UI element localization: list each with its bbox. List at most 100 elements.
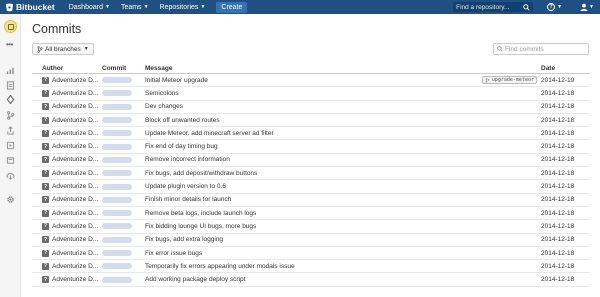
commit-hash-link[interactable] [102,263,132,270]
author-avatar[interactable]: ? [42,156,49,164]
author-avatar[interactable]: ? [42,222,49,230]
author-cell: ? Adventurize D... [32,103,102,111]
commit-hash-link[interactable] [102,90,132,97]
author-avatar[interactable]: ? [42,169,49,177]
top-navigation-bar: Bitbucket Dashboard ▼ Teams ▼ Repositories… [0,0,600,14]
column-header-author[interactable]: Author [32,65,102,72]
stats-icon[interactable] [5,65,15,75]
table-row[interactable]: ? Adventurize D... Dev changes 2014-12-18 [32,101,590,114]
table-row[interactable]: ? Adventurize D... Add working package dep… [32,273,590,287]
table-row[interactable]: ? Adventurize D... Update Meteor, add mine… [32,127,590,141]
author-avatar[interactable]: ? [42,236,49,244]
commit-hash-link[interactable] [102,117,132,124]
repository-avatar[interactable] [4,20,17,33]
author-avatar[interactable]: ? [42,196,49,204]
author-avatar[interactable]: ? [42,129,49,137]
overview-icon[interactable] [5,80,15,90]
commit-hash-link[interactable] [102,103,132,110]
pull-requests-icon[interactable] [5,125,15,135]
commit-hash-link[interactable] [102,210,132,217]
user-menu[interactable]: ▼ [580,3,594,11]
more-actions-icon[interactable]: ••• [6,40,13,49]
commit-hash-link[interactable] [102,77,132,84]
nav-teams[interactable]: Teams ▼ [121,4,149,11]
author-name[interactable]: Adventurize D... [52,236,98,243]
table-row[interactable]: ? Adventurize D... Remove beta logs, inclu… [32,207,590,221]
table-row[interactable]: ? Adventurize D... Update plugin version t… [32,180,590,194]
author-name[interactable]: Adventurize D... [52,263,98,270]
bitbucket-logo[interactable]: Bitbucket [5,2,55,12]
column-header-commit[interactable]: Commit [102,65,145,72]
author-avatar[interactable]: ? [42,262,49,270]
commit-hash-link[interactable] [102,183,132,190]
deploy-icon[interactable] [5,170,15,180]
author-avatar[interactable]: ? [42,76,49,84]
branches-icon[interactable] [5,110,15,120]
author-name[interactable]: Adventurize D... [52,276,98,283]
author-avatar[interactable]: ? [42,89,49,97]
repository-search-input[interactable]: Find a repository... [453,2,534,12]
nav-dashboard[interactable]: Dashboard ▼ [69,4,110,11]
column-header-message[interactable]: Message [145,65,541,72]
author-avatar[interactable]: ? [42,116,49,124]
table-row[interactable]: ? Adventurize D... Fix end of day timing b… [32,140,590,154]
create-button[interactable]: Create [216,1,248,13]
author-avatar[interactable]: ? [42,249,49,257]
author-avatar[interactable]: ? [42,209,49,217]
table-row[interactable]: ? Adventurize D... Initial Meteor upgrade u… [32,74,590,88]
commit-hash-link[interactable] [102,196,132,203]
commit-hash-link[interactable] [102,130,132,137]
table-row[interactable]: ? Adventurize D... Fix bidding lounge UI b… [32,220,590,234]
table-row[interactable]: ? Adventurize D... Fix bugs, add deposit/w… [32,167,590,181]
author-avatar[interactable]: ? [42,143,49,151]
author-name[interactable]: Adventurize D... [52,183,98,190]
commit-date: 2014-12-18 [541,169,575,177]
author-avatar[interactable]: ? [42,276,49,284]
commit-hash-link[interactable] [102,250,132,256]
author-name[interactable]: Adventurize D... [52,210,98,217]
author-name[interactable]: Adventurize D... [52,130,98,137]
pipelines-icon[interactable] [5,155,15,165]
nav-repositories[interactable]: Repositories ▼ [160,4,206,11]
branch-tag[interactable]: upgrade-meteor [481,76,537,85]
author-name[interactable]: Adventurize D... [52,156,98,163]
user-avatar-icon [580,3,588,11]
commit-date: 2014-12-18 [541,156,575,164]
table-row[interactable]: ? Adventurize D... Temporarily fix errors … [32,260,590,274]
author-name[interactable]: Adventurize D... [52,223,98,230]
commit-hash-link[interactable] [102,223,132,230]
brand-name: Bitbucket [16,2,55,12]
commit-hash-link[interactable] [102,236,132,243]
help-menu[interactable]: ? ▼ [547,3,562,11]
commit-hash-cell [102,196,145,203]
author-cell: ? Adventurize D... [32,209,102,217]
table-row[interactable]: ? Adventurize D... Fix bugs, add extra log… [32,234,590,247]
commit-hash-link[interactable] [102,143,132,150]
table-row[interactable]: ? Adventurize D... Fix error issue bugs 201… [32,247,590,261]
commit-hash-link[interactable] [102,156,132,163]
column-header-date[interactable]: Date [541,65,590,72]
commit-hash-link[interactable] [102,276,132,283]
table-row[interactable]: ? Adventurize D... Block off unwanted rout… [32,114,590,128]
author-name[interactable]: Adventurize D... [52,143,98,150]
author-name[interactable]: Adventurize D... [52,77,98,84]
message-cell: Fix bugs, add deposit/withdraw buttons [145,170,541,177]
author-avatar[interactable]: ? [42,183,49,191]
commit-hash-link[interactable] [102,170,132,177]
commit-date: 2014-12-18 [541,276,575,284]
settings-icon[interactable] [5,194,15,204]
author-name[interactable]: Adventurize D... [52,103,98,110]
table-row[interactable]: ? Adventurize D... Finish minor details fo… [32,194,590,207]
branch-selector[interactable]: All branches ▼ [32,43,94,55]
downloads-icon[interactable] [5,140,15,150]
author-name[interactable]: Adventurize D... [52,90,98,97]
table-row[interactable]: ? Adventurize D... Semicolons 2014-12-18 [32,87,590,101]
author-avatar[interactable]: ? [42,103,49,111]
table-row[interactable]: ? Adventurize D... Remove incorrect inform… [32,154,590,168]
author-name[interactable]: Adventurize D... [52,196,98,203]
author-name[interactable]: Adventurize D... [52,170,98,177]
source-icon[interactable] [5,94,15,104]
author-name[interactable]: Adventurize D... [52,117,98,124]
author-name[interactable]: Adventurize D... [52,250,98,257]
find-commits-input[interactable]: Find commits [493,43,589,55]
